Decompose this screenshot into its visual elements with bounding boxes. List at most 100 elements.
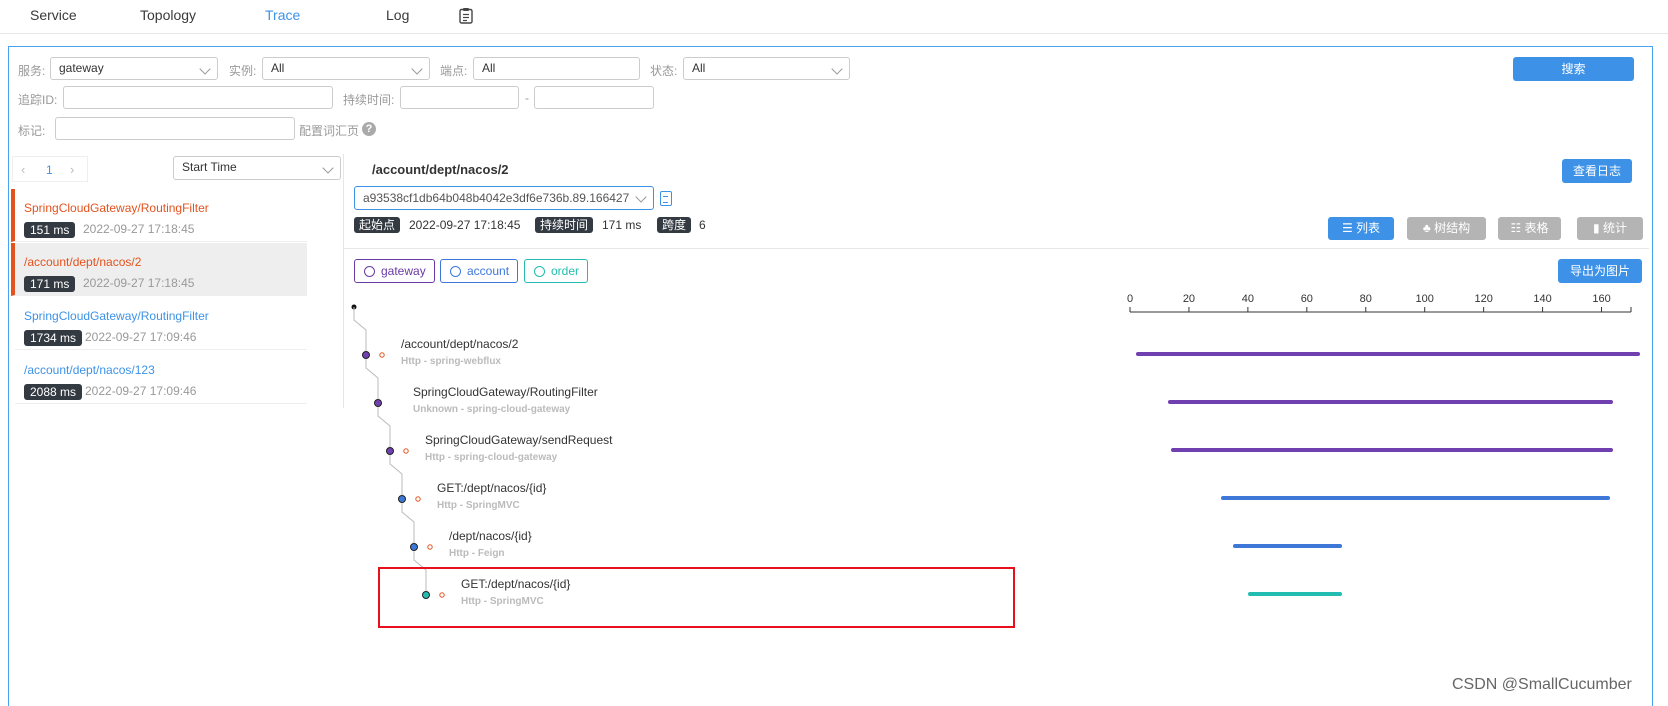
axis-tick-label: 100 [1416, 293, 1434, 305]
circle-icon [450, 266, 461, 277]
nav-topology[interactable]: Topology [140, 7, 196, 23]
nav-log[interactable]: Log [386, 7, 409, 23]
view-table-button[interactable]: ☷ 表格 [1498, 217, 1561, 240]
traceid-label: 追踪ID: [18, 93, 58, 107]
axis-tick-label: 160 [1592, 293, 1610, 305]
toggle-icon[interactable] [427, 544, 433, 550]
tags-input[interactable] [55, 117, 295, 140]
service-tag-label: order [551, 264, 580, 278]
service-tag-account: account [440, 259, 519, 283]
duration-max-input[interactable] [534, 86, 654, 109]
endpoint-input-value: All [482, 61, 496, 75]
span-name[interactable]: GET:/dept/nacos/{id} [437, 481, 546, 495]
chevron-down-icon [411, 63, 423, 75]
chevron-down-icon [199, 63, 211, 75]
chevron-right-icon[interactable]: › [70, 162, 74, 177]
span-bar[interactable] [1168, 400, 1614, 404]
duration-label: 持续时间: [343, 93, 395, 107]
axis-tick-label: 0 [1127, 293, 1133, 305]
trace-time: 2022-09-27 17:18:45 [83, 276, 195, 290]
sort-select[interactable]: Start Time [173, 156, 341, 180]
help-icon[interactable]: ? [362, 122, 376, 136]
service-select[interactable]: gateway [50, 57, 218, 80]
span-name[interactable]: SpringCloudGateway/RoutingFilter [413, 385, 598, 399]
duration-badge: 151 ms [24, 222, 76, 238]
trace-time: 2022-09-27 17:18:45 [83, 222, 195, 236]
export-image-button[interactable]: 导出为图片 [1558, 259, 1642, 283]
endpoint-input[interactable]: All [473, 57, 640, 80]
span-bar[interactable] [1171, 448, 1614, 452]
circle-icon [534, 266, 545, 277]
nav-trace[interactable]: Trace [265, 7, 300, 23]
list-icon: ☰ [1341, 221, 1353, 235]
chevron-left-icon[interactable]: ‹ [21, 162, 25, 177]
view-tree-button[interactable]: ♣ 树结构 [1407, 217, 1486, 240]
span-name[interactable]: /dept/nacos/{id} [449, 529, 532, 543]
axis-tick-label: 20 [1183, 293, 1195, 305]
tags-label: 标记: [18, 124, 46, 138]
duration-min-input[interactable] [400, 86, 519, 109]
span-type: Http - SpringMVC [437, 500, 520, 511]
bar-chart-icon: ▮ [1593, 221, 1600, 235]
view-logs-button[interactable]: 查看日志 [1562, 159, 1632, 183]
clipboard-icon[interactable] [459, 7, 473, 24]
view-stats-label: 统计 [1602, 221, 1627, 235]
toggle-icon[interactable] [415, 496, 421, 502]
page-number[interactable]: 1 [46, 163, 53, 177]
span-bar[interactable] [1247, 592, 1343, 596]
endpoint-label: 端点: [440, 64, 468, 78]
span-bar[interactable] [1233, 544, 1343, 548]
nav-service[interactable]: Service [30, 7, 77, 23]
axis-tick-label: 140 [1533, 293, 1551, 305]
span-type: Unknown - spring-cloud-gateway [413, 404, 571, 415]
duration-badge: 171 ms [24, 276, 76, 292]
service-tag-order: order [524, 259, 589, 283]
service-tag-gateway: gateway [354, 259, 435, 283]
circle-icon [364, 266, 375, 277]
span-name[interactable]: /account/dept/nacos/2 [401, 337, 518, 351]
span-node-dot[interactable] [362, 351, 370, 359]
status-select-value: All [692, 61, 706, 75]
service-tag-label: gateway [381, 264, 426, 278]
duration-badge: 1734 ms [24, 330, 83, 346]
span-node-dot[interactable] [410, 543, 418, 551]
watermark: CSDN @SmallCucumber [1452, 676, 1632, 693]
service-label: 服务: [18, 64, 46, 78]
config-link[interactable]: 配置词汇页 [299, 122, 359, 139]
chevron-down-icon [831, 63, 843, 75]
trace-name: SpringCloudGateway/RoutingFilter [24, 309, 209, 323]
traceid-input[interactable] [63, 86, 333, 109]
view-list-button[interactable]: ☰ 列表 [1328, 217, 1394, 240]
span-bar[interactable] [1221, 496, 1611, 500]
service-tag-label: account [467, 264, 510, 278]
span-node-dot[interactable] [398, 495, 406, 503]
view-tree-label: 树结构 [1434, 221, 1471, 235]
toggle-icon[interactable] [403, 448, 409, 454]
top-nav: Service Topology Trace Log [0, 0, 1668, 34]
trace-name: /account/dept/nacos/2 [24, 255, 142, 269]
trace-list-item[interactable]: /account/dept/nacos/123 2088 ms 2022-09-… [15, 351, 307, 404]
toggle-icon[interactable] [379, 352, 385, 358]
span-node-dot[interactable] [386, 447, 394, 455]
trace-id-select[interactable]: a93538cf1db64b048b4042e3df6e736b.89.1664… [354, 186, 654, 210]
trace-list-item[interactable]: SpringCloudGateway/RoutingFilter 1734 ms… [15, 297, 307, 350]
span-node-dot[interactable] [374, 399, 382, 407]
trace-list-item[interactable]: /account/dept/nacos/2 171 ms 2022-09-27 … [11, 243, 307, 296]
view-stats-button[interactable]: ▮ 统计 [1577, 217, 1643, 240]
copy-icon[interactable] [660, 191, 672, 206]
duration-dash: - [525, 91, 529, 105]
span-name[interactable]: SpringCloudGateway/sendRequest [425, 433, 612, 447]
span-tag: 跨度 [657, 217, 692, 233]
service-select-value: gateway [59, 61, 104, 75]
duration-badge: 2088 ms [24, 384, 83, 400]
instance-select[interactable]: All [262, 57, 430, 80]
search-button[interactable]: 搜索 [1513, 57, 1634, 81]
status-label: 状态: [650, 64, 678, 78]
chevron-down-icon [322, 162, 334, 174]
trace-list-item[interactable]: SpringCloudGateway/RoutingFilter 151 ms … [11, 189, 307, 242]
status-select[interactable]: All [683, 57, 850, 80]
span-bar[interactable] [1135, 352, 1640, 356]
divider [344, 248, 1649, 249]
sort-select-value: Start Time [182, 160, 237, 174]
view-list-label: 列表 [1356, 221, 1381, 235]
